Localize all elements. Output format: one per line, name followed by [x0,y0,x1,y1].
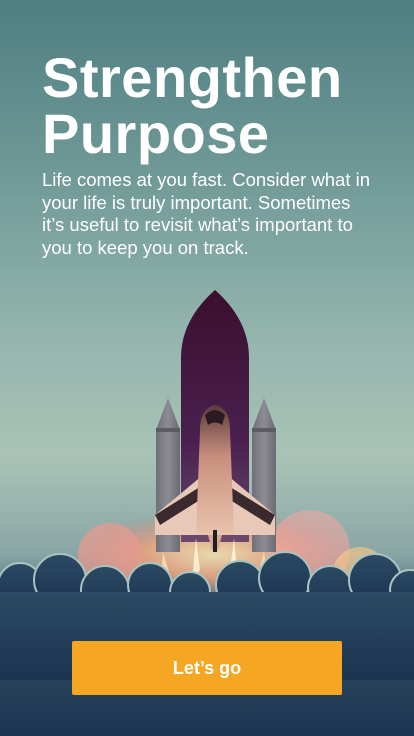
lets-go-button[interactable]: Let’s go [72,641,342,695]
space-shuttle-launch-illustration [0,290,414,680]
page-title: Strengthen Purpose [42,50,402,162]
title-line-1: Strengthen [42,46,343,109]
onboarding-screen: Strengthen Purpose Life comes at you fas… [0,0,414,736]
description-text: Life comes at you fast. Consider what in… [42,169,371,258]
title-line-2: Purpose [42,102,270,165]
